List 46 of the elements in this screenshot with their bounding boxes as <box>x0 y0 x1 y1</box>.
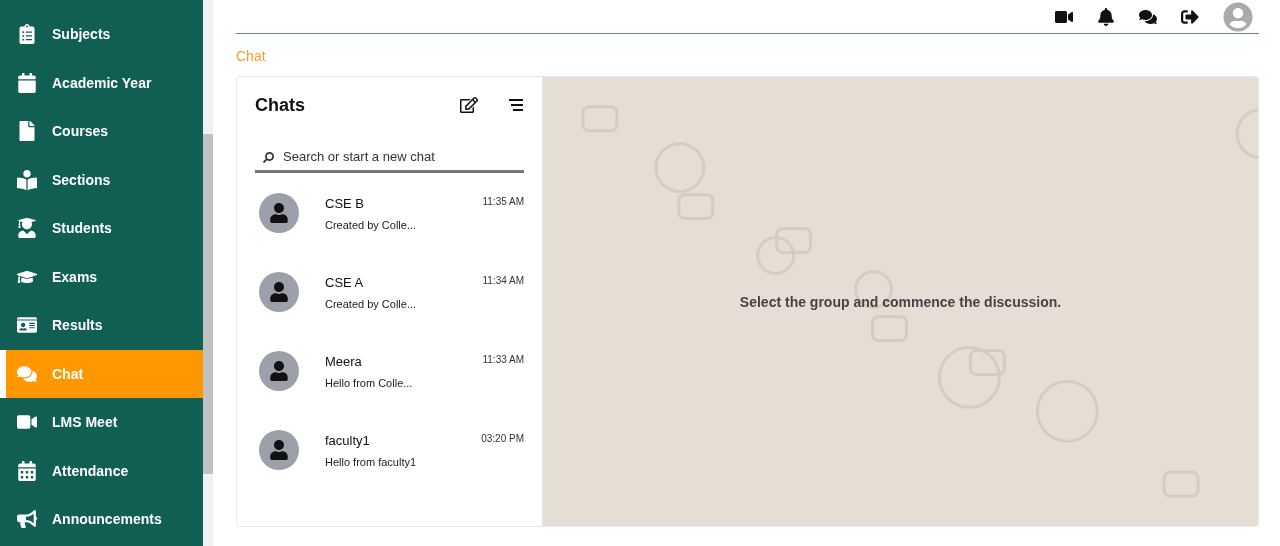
chat-preview: Hello from Colle... <box>325 377 414 389</box>
chat-item[interactable]: CSE B 11:35 AM Created by Colle... <box>255 173 524 252</box>
calendar-icon <box>16 72 38 93</box>
sidebar-item[interactable]: Attendance <box>0 446 203 495</box>
chat-name: CSE A <box>325 275 364 290</box>
chat-icon[interactable] <box>1139 7 1157 26</box>
menu-icon[interactable] <box>508 98 524 112</box>
avatar-icon <box>259 351 299 391</box>
sidebar-item[interactable]: LMS Meet <box>0 398 203 447</box>
avatar-icon <box>259 272 299 312</box>
avatar-icon <box>259 430 299 470</box>
avatar-icon <box>259 193 299 233</box>
id-card-icon <box>16 315 38 336</box>
search-icon <box>263 152 274 163</box>
chat-preview: Hello from faculty1 <box>325 456 418 468</box>
sidebar-item[interactable]: Sections <box>0 155 203 204</box>
chat-item[interactable]: CSE A 11:34 AM Created by Colle... <box>255 252 524 331</box>
logout-icon[interactable] <box>1181 7 1199 26</box>
sidebar-item[interactable]: Results <box>0 301 203 350</box>
scrollbar[interactable] <box>203 0 213 546</box>
chat-time: 11:35 AM <box>482 196 524 209</box>
chat-icon <box>16 363 38 384</box>
sidebar-item[interactable]: Subjects <box>0 10 203 59</box>
panel-title: Chats <box>255 94 306 116</box>
sidebar-item[interactable]: Students <box>0 204 203 253</box>
sidebar-item[interactable]: Announcements <box>0 495 203 544</box>
empty-state-message: Select the group and commence the discussion. <box>739 293 1062 310</box>
megaphone-icon <box>16 509 38 530</box>
bell-icon[interactable] <box>1097 7 1115 26</box>
chat-time: 11:33 AM <box>482 354 524 367</box>
edit-icon[interactable] <box>460 96 478 114</box>
chat-item[interactable]: faculty1 03:20 PM Hello from faculty1 <box>255 410 524 489</box>
reader-icon <box>16 169 38 190</box>
chat-item[interactable]: Meera 11:33 AM Hello from Colle... <box>255 331 524 410</box>
sidebar-item[interactable]: Exams <box>0 252 203 301</box>
chat-name: faculty1 <box>325 433 370 448</box>
chat-preview: Created by Colle... <box>325 219 418 231</box>
sidebar-item[interactable]: Academic Year <box>0 58 203 107</box>
chat-preview: Created by Colle... <box>325 298 418 310</box>
chat-name: CSE B <box>325 196 364 211</box>
graduate-icon <box>16 218 38 239</box>
sidebar-item[interactable]: Courses <box>0 107 203 156</box>
calendar-icon <box>16 460 38 481</box>
chat-time: 11:34 AM <box>482 275 524 288</box>
chat-time: 03:20 PM <box>481 433 524 446</box>
chat-name: Meera <box>325 354 362 369</box>
